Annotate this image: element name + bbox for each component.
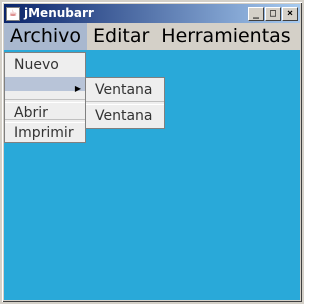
window-controls: _ □ × <box>247 6 298 21</box>
java-app-icon: ☕ <box>6 6 20 21</box>
app-window: ☕ jMenubarr _ □ × Archivo Editar Herrami… <box>0 0 304 304</box>
maximize-button[interactable]: □ <box>265 6 281 21</box>
ventana-submenu: Ventana Ventana <box>85 77 165 129</box>
archivo-dropdown: Nuevo ▶ Abrir Imprimir <box>4 52 86 143</box>
menu-editar[interactable]: Editar <box>87 23 155 50</box>
menu-bar: Archivo Editar Herramientas <box>4 23 300 50</box>
title-bar[interactable]: ☕ jMenubarr _ □ × <box>4 4 300 23</box>
minimize-button[interactable]: _ <box>248 6 264 21</box>
close-button[interactable]: × <box>282 6 298 21</box>
menu-herramientas[interactable]: Herramientas <box>155 23 296 50</box>
submenu-arrow-icon: ▶ <box>74 84 81 93</box>
window-title: jMenubarr <box>24 6 94 20</box>
submenu-item-ventana-1[interactable]: Ventana <box>86 78 164 102</box>
menu-item-submenu[interactable]: ▶ <box>5 77 85 93</box>
menu-archivo[interactable]: Archivo <box>4 23 88 50</box>
submenu-item-ventana-2[interactable]: Ventana <box>86 104 164 128</box>
menu-item-nuevo[interactable]: Nuevo <box>5 53 85 77</box>
menu-item-imprimir[interactable]: Imprimir <box>5 121 85 145</box>
